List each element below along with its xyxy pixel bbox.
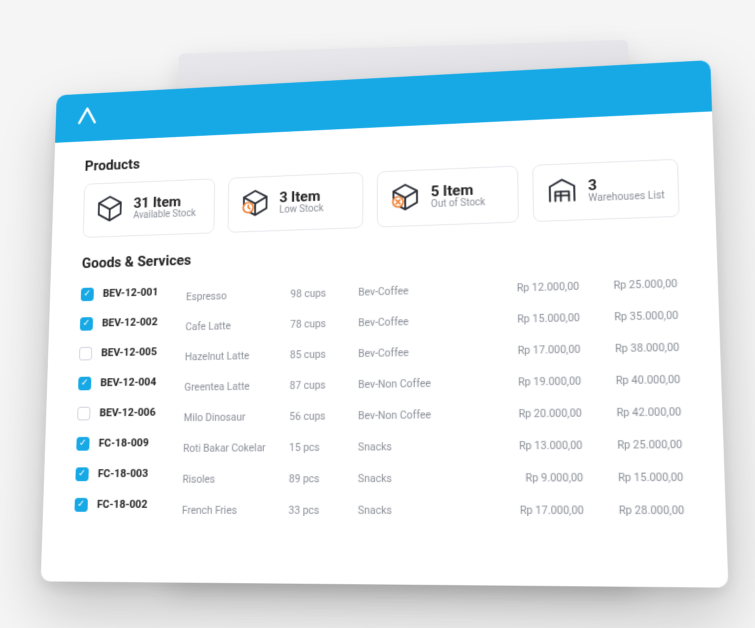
cell-category: Bev-Coffee <box>358 283 467 299</box>
cell-price-1: Rp 15.000,00 <box>468 311 581 327</box>
cell-price-1: Rp 17.000,00 <box>468 343 581 358</box>
stat-label: Out of Stock <box>431 197 486 211</box>
cell-name: Risoles <box>182 472 288 485</box>
stat-label: Low Stock <box>279 204 323 217</box>
cell-price-2: Rp 35.000,00 <box>580 308 683 324</box>
cell-price-2: Rp 38.000,00 <box>580 340 683 355</box>
cell-sku: FC-18-003 <box>98 467 183 480</box>
cell-qty: 15 pcs <box>289 440 358 454</box>
cell-qty: 98 cups <box>290 286 358 301</box>
cell-price-2: Rp 40.000,00 <box>581 373 685 388</box>
cell-price-2: Rp 42.000,00 <box>582 405 686 420</box>
cell-name: Greentea Latte <box>184 379 289 393</box>
cell-sku: BEV-12-001 <box>103 285 187 300</box>
cell-category: Bev-Non Coffee <box>358 408 468 423</box>
warehouse-icon <box>545 174 578 211</box>
logo-icon <box>75 103 99 132</box>
row-checkbox[interactable] <box>79 346 92 360</box>
row-checkbox[interactable]: ✓ <box>74 497 87 511</box>
stat-card-lowstock[interactable]: 3 Item Low Stock <box>227 172 363 233</box>
cell-sku: FC-18-002 <box>97 498 182 511</box>
row-checkbox[interactable]: ✓ <box>78 376 91 390</box>
row-checkbox[interactable]: ✓ <box>80 317 93 331</box>
stat-card-available[interactable]: 31 Item Available Stock <box>83 178 215 238</box>
cell-price-1: Rp 20.000,00 <box>468 406 582 421</box>
box-clock-icon <box>239 186 270 221</box>
box-icon <box>95 192 125 227</box>
cell-sku: BEV-12-002 <box>102 315 186 330</box>
cell-price-2: Rp 28.000,00 <box>584 503 689 517</box>
cell-price-1: Rp 13.000,00 <box>469 438 583 452</box>
cell-sku: BEV-12-005 <box>101 345 185 359</box>
row-checkbox[interactable]: ✓ <box>75 467 88 481</box>
cell-price-1: Rp 9.000,00 <box>469 471 583 485</box>
cell-name: Hazelnut Latte <box>185 348 290 363</box>
cell-sku: BEV-12-006 <box>99 405 184 419</box>
cell-qty: 85 cups <box>290 347 358 361</box>
table-row: ✓ FC-18-009Roti Bakar Cokelar15 pcsSnacks… <box>76 422 687 459</box>
stat-label: Warehouses List <box>588 191 665 206</box>
table-row: ✓ FC-18-002French Fries33 pcsSnacksRp 17.… <box>74 487 689 520</box>
box-x-icon <box>390 180 421 216</box>
cell-category: Snacks <box>358 471 469 485</box>
stat-card-outofstock[interactable]: 5 Item Out of Stock <box>377 166 519 228</box>
cell-name: Milo Dinosaur <box>184 410 290 424</box>
row-checkbox[interactable]: ✓ <box>81 287 94 301</box>
cell-qty: 33 pcs <box>288 504 357 517</box>
cell-name: Espresso <box>186 288 291 303</box>
app-window: Products 31 Item Available Stock <box>41 60 729 588</box>
cell-qty: 87 cups <box>290 378 359 392</box>
cell-qty: 89 pcs <box>289 472 358 485</box>
cell-category: Snacks <box>358 504 470 518</box>
stat-label: Available Stock <box>133 209 196 223</box>
stat-value: 3 Item <box>279 188 323 206</box>
cell-category: Bev-Coffee <box>358 345 468 360</box>
row-checkbox[interactable] <box>77 406 90 420</box>
cell-qty: 56 cups <box>289 409 358 423</box>
table-row: ✓ FC-18-003Risoles89 pcsSnacksRp 9.000,00… <box>75 454 688 489</box>
cell-category: Bev-Non Coffee <box>358 376 468 391</box>
cell-name: Roti Bakar Cokelar <box>183 441 289 455</box>
cell-category: Snacks <box>358 439 469 453</box>
cell-sku: FC-18-009 <box>99 436 184 450</box>
cell-price-2: Rp 25.000,00 <box>579 277 682 293</box>
cell-name: French Fries <box>182 504 289 517</box>
cell-sku: BEV-12-004 <box>100 375 184 389</box>
cell-category: Bev-Coffee <box>358 314 467 330</box>
cell-price-2: Rp 15.000,00 <box>583 470 688 484</box>
goods-table: ✓BEV-12-001Espresso98 cupsBev-CoffeeRp 1… <box>74 261 689 520</box>
row-checkbox[interactable]: ✓ <box>76 436 89 450</box>
cell-price-2: Rp 25.000,00 <box>582 438 686 452</box>
stat-card-warehouses[interactable]: 3 Warehouses List <box>532 159 680 222</box>
cell-name: Cafe Latte <box>185 318 290 333</box>
cell-qty: 78 cups <box>290 316 358 330</box>
cell-price-1: Rp 12.000,00 <box>467 280 579 296</box>
cell-price-1: Rp 19.000,00 <box>468 374 581 389</box>
cell-price-1: Rp 17.000,00 <box>469 503 584 517</box>
